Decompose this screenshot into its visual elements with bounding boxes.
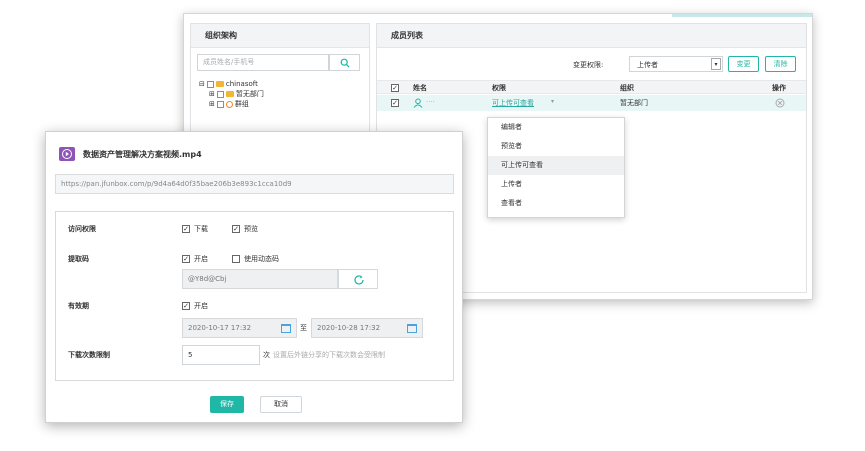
- download-checkbox[interactable]: ✓: [182, 225, 190, 233]
- validity-label: 有效期: [68, 302, 89, 310]
- folder-icon: [225, 91, 234, 97]
- validity-enable-label: 开启: [194, 302, 208, 310]
- video-file-icon: [59, 147, 75, 161]
- org-tree: ⊟ chinasoft ⊞ 暂无部门 ⊞ 群组: [199, 79, 359, 109]
- menu-item-uploader[interactable]: 上传者: [488, 175, 624, 194]
- dialog-file-title: 数据资产管理解决方案视频.mp4: [83, 150, 202, 159]
- select-all-checkbox[interactable]: ✓: [391, 84, 399, 92]
- calendar-icon: [407, 324, 417, 333]
- download-limit-label: 下载次数限制: [68, 351, 110, 359]
- refresh-code-button[interactable]: [338, 269, 378, 289]
- download-limit-unit: 次: [263, 351, 270, 359]
- save-button[interactable]: 保存: [210, 396, 244, 413]
- menu-item-previewer[interactable]: 预览者: [488, 137, 624, 156]
- extraction-code-field[interactable]: @Y8d@Cbj: [182, 269, 338, 289]
- download-option-label: 下载: [194, 225, 208, 233]
- clear-button[interactable]: 清除: [765, 56, 796, 72]
- code-enable-checkbox[interactable]: ✓: [182, 255, 190, 263]
- expand-icon[interactable]: ⊞: [209, 89, 215, 99]
- share-settings-box: 访问权限 ✓ 下载 ✓ 预览 提取码 ✓ 开启 使用动态码 @Y8d@Cbj 有…: [55, 211, 454, 381]
- extraction-code-label: 提取码: [68, 255, 89, 263]
- download-limit-hint: 设置后外链分享的下载次数会受限制: [273, 351, 385, 359]
- dynamic-code-label: 使用动态码: [244, 255, 279, 263]
- tree-checkbox[interactable]: [216, 90, 224, 98]
- permission-dropdown-menu: 编辑者 预览者 可上传可查看 上传者 查看者: [487, 117, 625, 218]
- col-organization: 组织: [620, 84, 634, 92]
- row-checkbox[interactable]: ✓: [391, 99, 399, 107]
- share-link-dialog: 数据资产管理解决方案视频.mp4 https://pan.jfunbox.com…: [45, 131, 463, 423]
- tree-node-chinasoft[interactable]: ⊟ chinasoft: [199, 79, 359, 89]
- remove-icon[interactable]: [775, 98, 785, 108]
- chevron-down-icon: ▾: [711, 58, 721, 70]
- org-panel-title: 组织架构: [191, 24, 369, 48]
- validity-enable-checkbox[interactable]: ✓: [182, 302, 190, 310]
- col-name: 姓名: [413, 84, 427, 92]
- code-enable-option[interactable]: ✓ 开启: [182, 254, 208, 264]
- user-icon: [413, 98, 423, 108]
- collapse-icon[interactable]: ⊟: [199, 80, 205, 88]
- search-button[interactable]: [329, 54, 360, 71]
- member-panel-title: 成员列表: [377, 24, 806, 48]
- menu-item-upload-view[interactable]: 可上传可查看: [488, 156, 624, 175]
- tree-node-label: 暂无部门: [235, 90, 264, 98]
- member-search-input[interactable]: 成员姓名/手机号: [197, 54, 329, 71]
- permission-select[interactable]: 上传者 ▾: [629, 56, 723, 72]
- folder-icon: [215, 81, 224, 87]
- tree-node-no-dept[interactable]: ⊞ 暂无部门: [199, 89, 359, 99]
- preview-option-label: 预览: [244, 225, 258, 233]
- preview-option[interactable]: ✓ 预览: [232, 224, 258, 234]
- member-name: ····: [426, 98, 435, 106]
- group-icon: [225, 100, 233, 108]
- dynamic-code-checkbox[interactable]: [232, 255, 240, 263]
- share-link-field[interactable]: https://pan.jfunbox.com/p/9d4a64d0f35bae…: [55, 174, 454, 194]
- refresh-icon: [354, 275, 364, 285]
- tree-node-groups[interactable]: ⊞ 群组: [199, 99, 359, 109]
- col-permission: 权限: [492, 84, 506, 92]
- end-date-field[interactable]: 2020-10-28 17:32: [311, 318, 423, 338]
- cancel-button[interactable]: 取消: [260, 396, 302, 413]
- caret-down-icon: ▾: [551, 98, 555, 105]
- tree-checkbox[interactable]: [216, 100, 224, 108]
- start-date-value: 2020-10-17 17:32: [188, 324, 252, 332]
- menu-item-viewer[interactable]: 查看者: [488, 194, 624, 213]
- menu-item-editor[interactable]: 编辑者: [488, 118, 624, 137]
- change-permission-label: 变更权限:: [573, 61, 604, 69]
- tree-checkbox[interactable]: [206, 80, 214, 88]
- dynamic-code-option[interactable]: 使用动态码: [232, 254, 279, 264]
- search-icon: [340, 58, 349, 68]
- preview-checkbox[interactable]: ✓: [232, 225, 240, 233]
- table-row[interactable]: ✓ ···· 可上传可查看 ▾ 暂无部门: [377, 95, 806, 111]
- download-limit-input[interactable]: 5: [182, 345, 260, 365]
- tree-node-label: 群组: [234, 100, 249, 108]
- access-permission-label: 访问权限: [68, 225, 96, 233]
- calendar-icon: [281, 324, 291, 333]
- date-range-separator: 至: [300, 324, 307, 332]
- tree-node-label: chinasoft: [225, 80, 258, 88]
- change-button[interactable]: 变更: [728, 56, 759, 72]
- expand-icon[interactable]: ⊞: [209, 99, 215, 109]
- start-date-field[interactable]: 2020-10-17 17:32: [182, 318, 297, 338]
- window-accent-bar: [672, 14, 812, 17]
- member-org: 暂无部门: [620, 99, 648, 107]
- validity-enable-option[interactable]: ✓ 开启: [182, 301, 208, 311]
- col-actions: 操作: [772, 84, 786, 92]
- download-option[interactable]: ✓ 下载: [182, 224, 208, 234]
- permission-select-value: 上传者: [637, 61, 658, 69]
- code-enable-label: 开启: [194, 255, 208, 263]
- end-date-value: 2020-10-28 17:32: [317, 324, 381, 332]
- permission-link[interactable]: 可上传可查看: [492, 98, 534, 108]
- member-table-header: ✓ 姓名 权限 组织 操作: [377, 80, 806, 94]
